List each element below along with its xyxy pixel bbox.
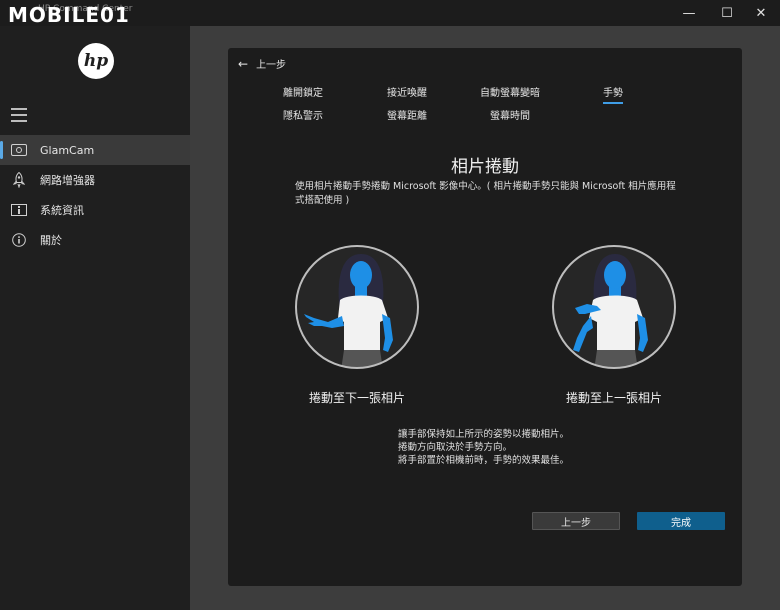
sidebar: hp GlamCam 網路增強器 系統資訊 關於 [0,26,190,610]
tab-screen-distance[interactable]: 螢幕距離 [387,107,427,122]
info-box-icon [11,202,27,218]
tab-gestures[interactable]: 手勢 [603,84,623,104]
sidebar-item-label: GlamCam [40,143,95,157]
back-label: 上一步 [256,60,287,71]
illustration-next-photo [292,242,422,372]
camera-icon [11,142,27,158]
menu-icon[interactable] [11,108,27,122]
hp-logo: hp [78,43,114,79]
instruction-line: 讓手部保持如上所示的姿勢以捲動相片。 [398,429,570,440]
watermark-logo: MOBILE01 [8,3,130,27]
previous-button[interactable]: 上一步 [532,512,620,530]
tab-screen-time[interactable]: 螢幕時間 [490,107,530,122]
sidebar-item-label: 系統資訊 [40,204,84,217]
tab-privacy-alert[interactable]: 隱私警示 [283,107,323,122]
caption-next-photo: 捲動至下一張相片 [308,391,405,405]
done-button[interactable]: 完成 [637,512,725,530]
maximize-button[interactable]: ☐ [710,0,744,26]
page-title: 相片捲動 [451,157,519,177]
minimize-button[interactable]: — [672,0,706,26]
back-link[interactable]: ← 上一步 [238,56,287,72]
info-circle-icon [11,232,27,248]
arrow-left-icon: ← [238,56,249,71]
tab-auto-dim[interactable]: 自動螢幕變暗 [480,84,540,99]
sidebar-item-about[interactable]: 關於 [0,225,190,255]
rocket-icon [11,172,27,188]
illustration-previous-photo [549,242,679,372]
sidebar-item-system-info[interactable]: 系統資訊 [0,195,190,225]
title-bar: HP Command Center MOBILE01 — ☐ ✕ [0,0,780,27]
sidebar-item-network-booster[interactable]: 網路增強器 [0,165,190,195]
instruction-line: 捲動方向取決於手勢方向。 [398,442,513,453]
instructions: 讓手部保持如上所示的姿勢以捲動相片。 捲動方向取決於手勢方向。 將手部置於相機前… [398,428,569,467]
caption-previous-photo: 捲動至上一張相片 [565,391,662,405]
tab-approach-wake[interactable]: 接近喚醒 [387,84,427,99]
instruction-line: 將手部置於相機前時，手勢的效果最佳。 [398,455,570,466]
close-button[interactable]: ✕ [744,0,778,26]
description-text: 使用相片捲動手勢捲動 Microsoft 影像中心。( 相片捲動手勢只能與 Mi… [295,181,676,206]
sidebar-item-glamcam[interactable]: GlamCam [0,135,190,165]
sidebar-item-label: 關於 [40,234,62,247]
tab-leave-lock[interactable]: 離開鎖定 [283,84,323,99]
sidebar-item-label: 網路增強器 [40,174,95,187]
gesture-dialog: ← 上一步 離開鎖定 接近喚醒 自動螢幕變暗 手勢 隱私警示 螢幕距離 螢幕時間… [228,48,742,586]
